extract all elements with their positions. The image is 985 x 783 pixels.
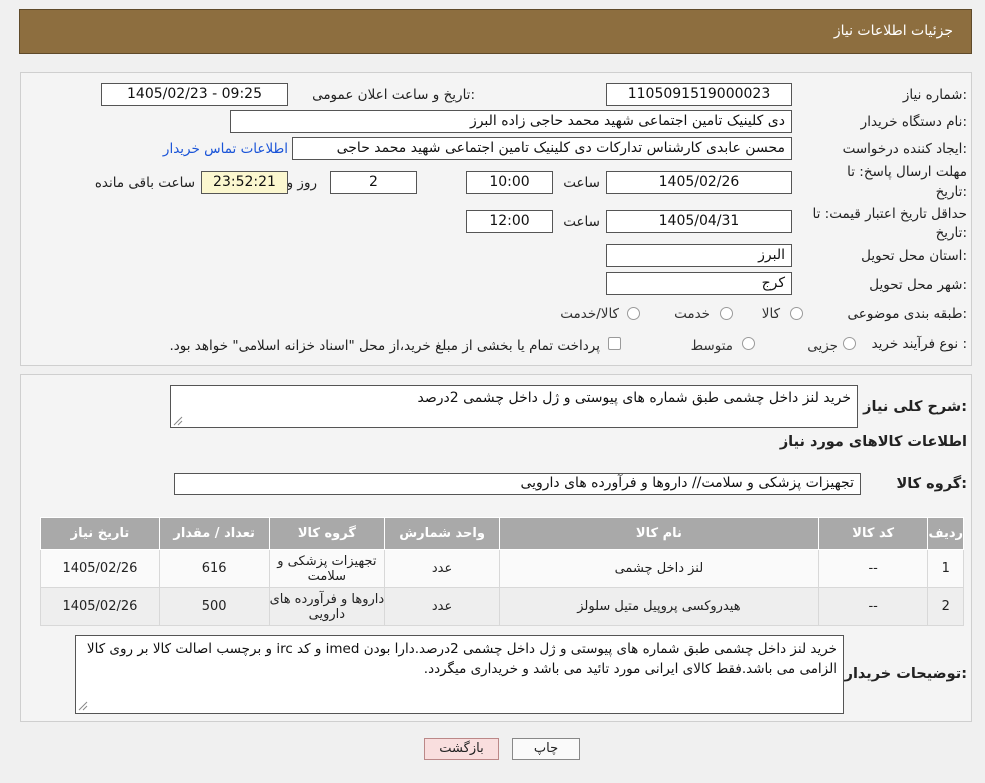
category-service-radio[interactable] <box>720 307 733 320</box>
buyer-org-field[interactable]: دی کلینیک تامین اجتماعی شهید محمد حاجی ز… <box>230 110 792 133</box>
col-group: گروه کالا <box>268 517 386 550</box>
category-service-label: خدمت <box>674 306 710 322</box>
summary-textarea[interactable]: خرید لنز داخل چشمی طبق شماره های پیوستی … <box>170 385 858 428</box>
process-minor-label: جزیی <box>807 338 838 354</box>
process-medium-radio[interactable] <box>742 337 755 350</box>
cell-unit: عدد <box>384 549 500 588</box>
category-label: طبقه بندی موضوعی: <box>847 306 967 322</box>
cell-qty: 500 <box>158 587 270 626</box>
cell-name: هیدروکسی پروپیل متیل سلولز <box>498 587 819 626</box>
cell-name: لنز داخل چشمی <box>498 549 819 588</box>
validity-label-date: تاریخ: <box>935 225 967 241</box>
buyer-notes-textarea[interactable]: خرید لنز داخل چشمی طبق شماره های پیوستی … <box>75 635 844 714</box>
page-header: جزئیات اطلاعات نیاز <box>19 9 972 54</box>
cell-date: 1405/02/26 <box>40 587 160 626</box>
col-unit: واحد شمارش <box>384 517 500 550</box>
cell-date: 1405/02/26 <box>40 549 160 588</box>
cell-qty: 616 <box>158 549 270 588</box>
goods-table: ردیف کد کالا نام کالا واحد شمارش گروه کا… <box>40 517 964 626</box>
goods-info-title: اطلاعات کالاهای مورد نیاز <box>779 434 967 450</box>
process-minor-radio[interactable] <box>843 337 856 350</box>
announce-datetime-field[interactable]: 1405/02/23 - 09:25 <box>101 83 288 106</box>
cell-row: 2 <box>927 587 964 626</box>
cell-code: -- <box>817 549 929 588</box>
col-name: نام کالا <box>498 517 819 550</box>
announce-datetime-label: تاریخ و ساعت اعلان عمومی: <box>312 87 475 103</box>
resize-grip-icon[interactable] <box>173 416 183 426</box>
need-number-field[interactable]: 1105091519000023 <box>606 83 792 106</box>
cell-group: تجهیزات پزشکی و سلامت <box>268 549 386 588</box>
remaining-days-field[interactable]: 2 <box>330 171 417 194</box>
need-number-label: شماره نیاز: <box>902 87 967 103</box>
remaining-time-label: ساعت باقی مانده <box>94 175 195 191</box>
table-row[interactable]: 1 -- لنز داخل چشمی عدد تجهیزات پزشکی و س… <box>40 549 964 588</box>
creator-label: ایجاد کننده درخواست: <box>842 141 967 157</box>
col-date: تاریخ نیاز <box>40 517 160 550</box>
category-goods-service-label: کالا/خدمت <box>560 306 619 322</box>
col-code: کد کالا <box>817 517 929 550</box>
province-field[interactable]: البرز <box>606 244 792 267</box>
goods-group-label: گروه کالا: <box>896 476 967 492</box>
validity-time-label: ساعت <box>563 214 600 230</box>
cell-row: 1 <box>927 549 964 588</box>
buyer-org-label: نام دستگاه خریدار: <box>860 114 967 130</box>
col-row: ردیف <box>927 517 964 550</box>
table-row[interactable]: 2 -- هیدروکسی پروپیل متیل سلولز عدد دارو… <box>40 587 964 626</box>
buyer-notes-label: توضیحات خریدار: <box>844 666 967 682</box>
back-button[interactable]: بازگشت <box>424 738 499 760</box>
goods-group-field[interactable]: تجهیزات پزشکی و سلامت// داروها و فرآورده… <box>174 473 861 495</box>
category-goods-radio[interactable] <box>790 307 803 320</box>
validity-label: حداقل تاریخ اعتبار قیمت: تا <box>812 206 967 222</box>
print-button[interactable]: چاپ <box>512 738 580 760</box>
treasury-payment-checkbox[interactable] <box>608 337 621 350</box>
deadline-time-field[interactable]: 10:00 <box>466 171 553 194</box>
col-qty: تعداد / مقدار <box>158 517 270 550</box>
deadline-label: مهلت ارسال پاسخ: تا <box>847 164 967 180</box>
process-type-label: نوع فرآیند خرید : <box>871 336 967 352</box>
buyer-contact-link[interactable]: اطلاعات تماس خریدار <box>163 141 288 157</box>
deadline-label-date: تاریخ: <box>935 184 967 200</box>
creator-field[interactable]: محسن عابدی کارشناس تدارکات دی کلینیک تام… <box>292 137 792 160</box>
deadline-date-field[interactable]: 1405/02/26 <box>606 171 792 194</box>
validity-time-field[interactable]: 12:00 <box>466 210 553 233</box>
cell-code: -- <box>817 587 929 626</box>
city-field[interactable]: کرج <box>606 272 792 295</box>
page-title: جزئیات اطلاعات نیاز <box>833 23 953 39</box>
resize-grip-icon[interactable] <box>78 701 88 711</box>
process-medium-label: متوسط <box>690 338 733 354</box>
deadline-time-label: ساعت <box>563 175 600 191</box>
category-goods-service-radio[interactable] <box>627 307 640 320</box>
remaining-time-field: 23:52:21 <box>201 171 288 194</box>
summary-label: شرح کلی نیاز: <box>863 399 967 415</box>
cell-group: داروها و فرآورده های دارویی <box>268 587 386 626</box>
table-header-row: ردیف کد کالا نام کالا واحد شمارش گروه کا… <box>40 517 964 550</box>
category-goods-label: کالا <box>761 306 780 322</box>
city-label: شهر محل تحویل: <box>869 277 967 293</box>
days-label: روز و <box>286 175 317 191</box>
validity-date-field[interactable]: 1405/04/31 <box>606 210 792 233</box>
cell-unit: عدد <box>384 587 500 626</box>
province-label: استان محل تحویل: <box>861 248 967 264</box>
treasury-payment-note: پرداخت تمام یا بخشی از مبلغ خرید،از محل … <box>169 338 600 354</box>
